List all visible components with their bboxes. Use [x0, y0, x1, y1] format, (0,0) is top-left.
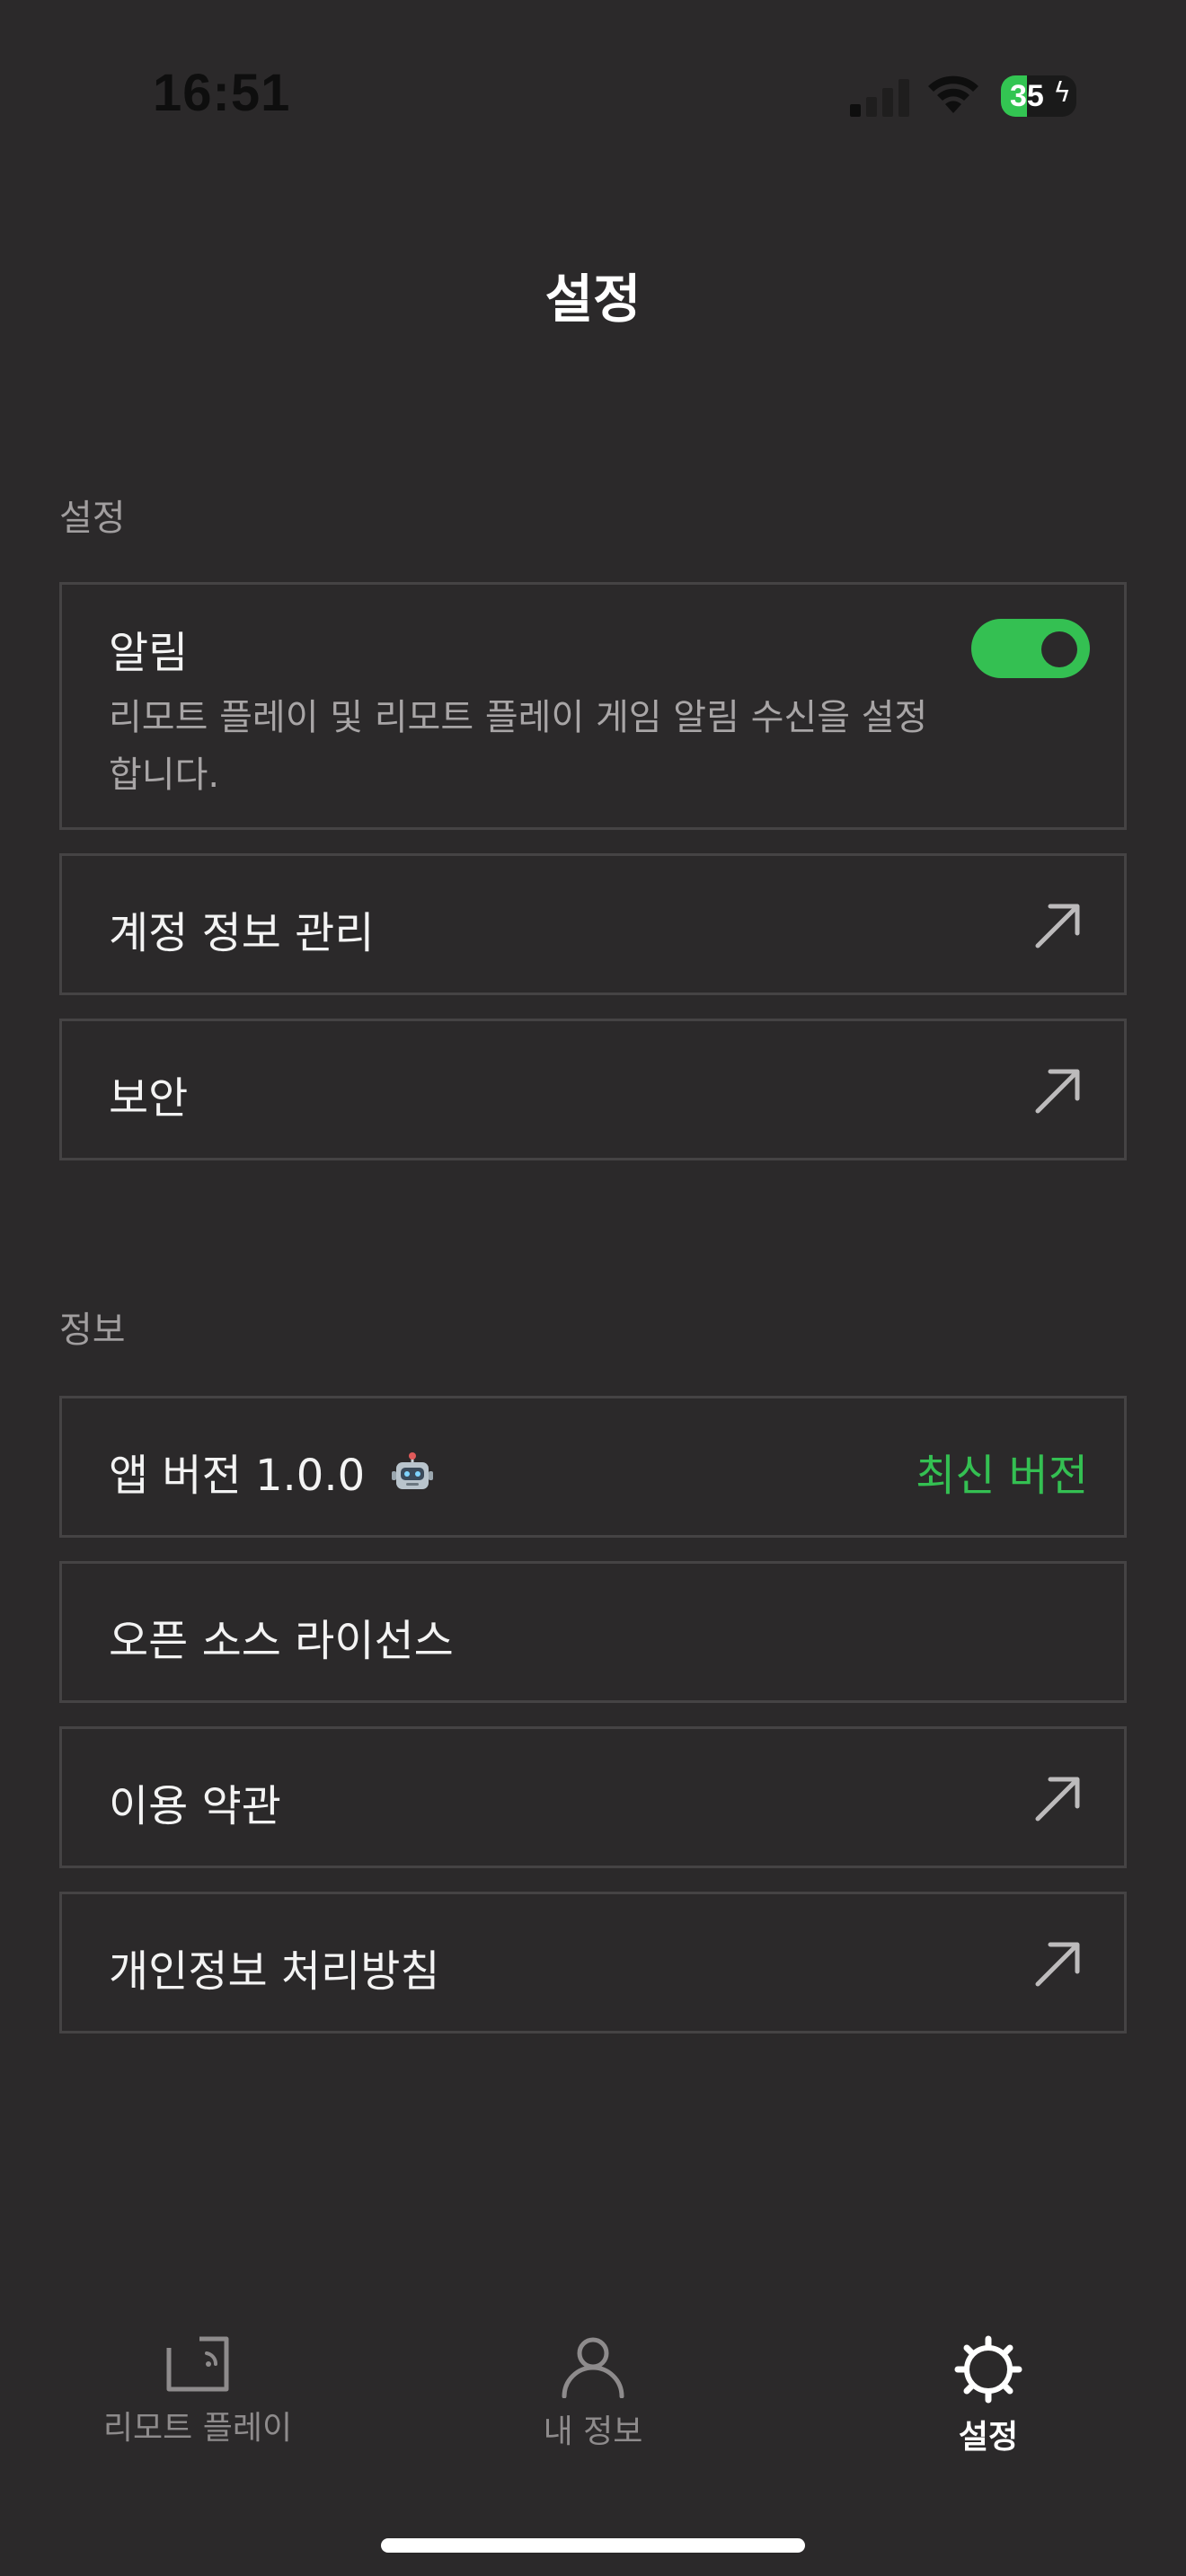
external-link-icon	[1035, 904, 1080, 948]
terms-of-use-item[interactable]: 이용 약관	[59, 1726, 1127, 1868]
tab-settings-label: 설정	[958, 2419, 1019, 2456]
robot-icon	[391, 1451, 434, 1505]
person-icon	[562, 2337, 624, 2398]
section-header-settings: 설정	[59, 498, 126, 539]
tab-my-info[interactable]: 내 정보	[458, 2335, 728, 2452]
external-link-icon	[1035, 1777, 1080, 1822]
privacy-policy-item[interactable]: 개인정보 처리방침	[59, 1892, 1127, 2033]
open-source-licenses-label: 오픈 소스 라이선스	[109, 1616, 454, 1666]
app-version-item: 앱 버전 1.0.0 최신 버전	[59, 1396, 1127, 1538]
battery-level: 35	[1010, 79, 1044, 113]
status-bar: 16:51 35 ϟ	[0, 0, 1186, 180]
terms-of-use-label: 이용 약관	[109, 1781, 281, 1831]
notifications-description: 리모트 플레이 및 리모트 플레이 게임 알림 수신을 설정합니다.	[109, 697, 928, 796]
security-item[interactable]: 보안	[59, 1019, 1127, 1160]
security-label: 보안	[109, 1073, 189, 1124]
notifications-toggle[interactable]	[971, 619, 1090, 678]
signal-icon	[850, 79, 909, 117]
charging-bolt-icon: ϟ	[1053, 77, 1071, 109]
battery-icon: 35 ϟ	[1001, 75, 1076, 117]
section-header-info: 정보	[59, 1310, 126, 1351]
version-status: 최신 버전	[916, 1451, 1088, 1501]
account-management-label: 계정 정보 관리	[109, 908, 375, 958]
page-title: 설정	[544, 269, 642, 330]
status-time: 16:51	[153, 64, 291, 122]
account-management-item[interactable]: 계정 정보 관리	[59, 853, 1127, 995]
external-link-icon	[1035, 1069, 1080, 1114]
tab-bar: 리모트 플레이 내 정보 설정	[0, 2305, 1186, 2576]
open-source-licenses-item[interactable]: 오픈 소스 라이선스	[59, 1561, 1127, 1703]
tab-settings[interactable]: 설정	[854, 2335, 1123, 2457]
tab-my-info-label: 내 정보	[543, 2413, 643, 2450]
gear-icon	[954, 2335, 1022, 2404]
tab-remote-play[interactable]: 리모트 플레이	[63, 2335, 332, 2448]
app-version-label: 앱 버전 1.0.0	[109, 1451, 366, 1501]
notifications-label: 알림	[109, 628, 189, 678]
toggle-knob	[1041, 631, 1077, 667]
settings-screen: 16:51 35 ϟ 설정 설정 알림 리모트 플레이 및 리모트 플레이 게임…	[0, 0, 1186, 2576]
external-link-icon	[1035, 1942, 1080, 1987]
home-indicator[interactable]	[381, 2538, 805, 2553]
app-version-row: 앱 버전 1.0.0	[109, 1440, 434, 1505]
remote-play-icon	[166, 2336, 229, 2392]
notifications-card: 알림 리모트 플레이 및 리모트 플레이 게임 알림 수신을 설정합니다.	[59, 582, 1127, 830]
wifi-icon	[928, 75, 978, 113]
tab-remote-play-label: 리모트 플레이	[102, 2410, 293, 2447]
privacy-policy-label: 개인정보 처리방침	[109, 1946, 440, 1997]
